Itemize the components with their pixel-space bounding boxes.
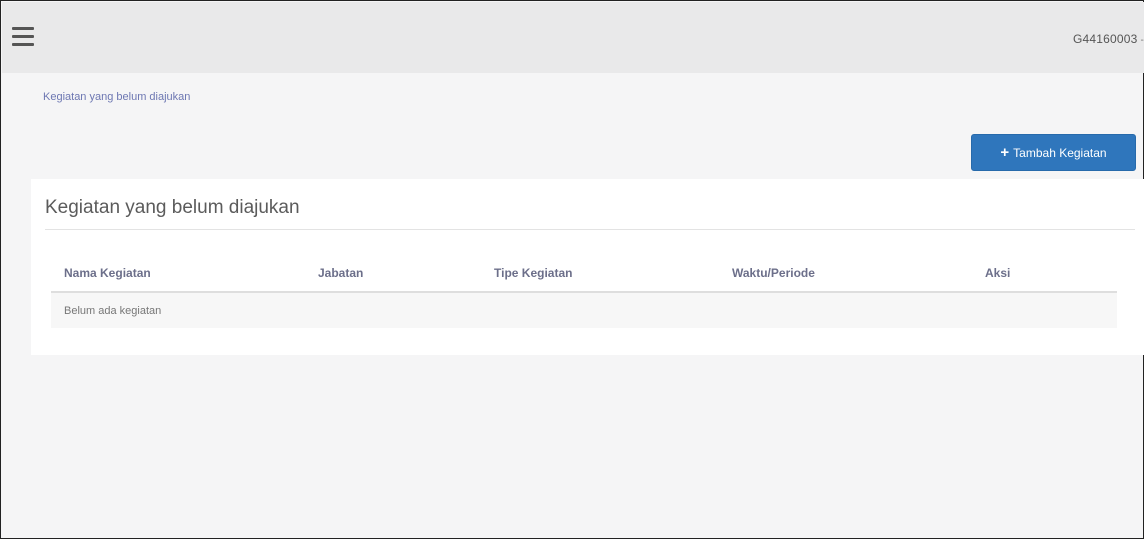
hamburger-icon[interactable]: [12, 27, 34, 47]
activities-panel: Kegiatan yang belum diajukan Nama Kegiat…: [31, 179, 1144, 355]
column-header-position: Jabatan: [305, 254, 481, 293]
breadcrumb[interactable]: Kegiatan yang belum diajukan: [43, 91, 190, 103]
table-header-row: Nama Kegiatan Jabatan Tipe Kegiatan Wakt…: [51, 254, 1117, 293]
user-id: G44160003: [1072, 32, 1138, 46]
panel-title: Kegiatan yang belum diajukan: [45, 197, 300, 218]
add-activity-label: Tambah Kegiatan: [1013, 145, 1107, 160]
activities-table: Nama Kegiatan Jabatan Tipe Kegiatan Wakt…: [51, 254, 1117, 328]
column-header-name: Nama Kegiatan: [51, 254, 305, 293]
plus-icon: +: [1000, 144, 1010, 161]
column-header-action: Aksi: [972, 254, 1117, 293]
divider: [45, 229, 1135, 230]
app-frame: G44160003- Kegiatan yang belum diajukan …: [0, 0, 1144, 539]
column-header-type: Tipe Kegiatan: [481, 254, 719, 293]
user-menu[interactable]: G44160003-: [1073, 32, 1144, 46]
column-header-period: Waktu/Periode: [719, 254, 972, 293]
user-caret: -: [1140, 35, 1144, 46]
top-navbar: G44160003-: [2, 2, 1144, 73]
add-activity-button[interactable]: + Tambah Kegiatan: [971, 134, 1136, 171]
table-row: Belum ada kegiatan: [51, 292, 1117, 328]
empty-message: Belum ada kegiatan: [51, 292, 1117, 328]
